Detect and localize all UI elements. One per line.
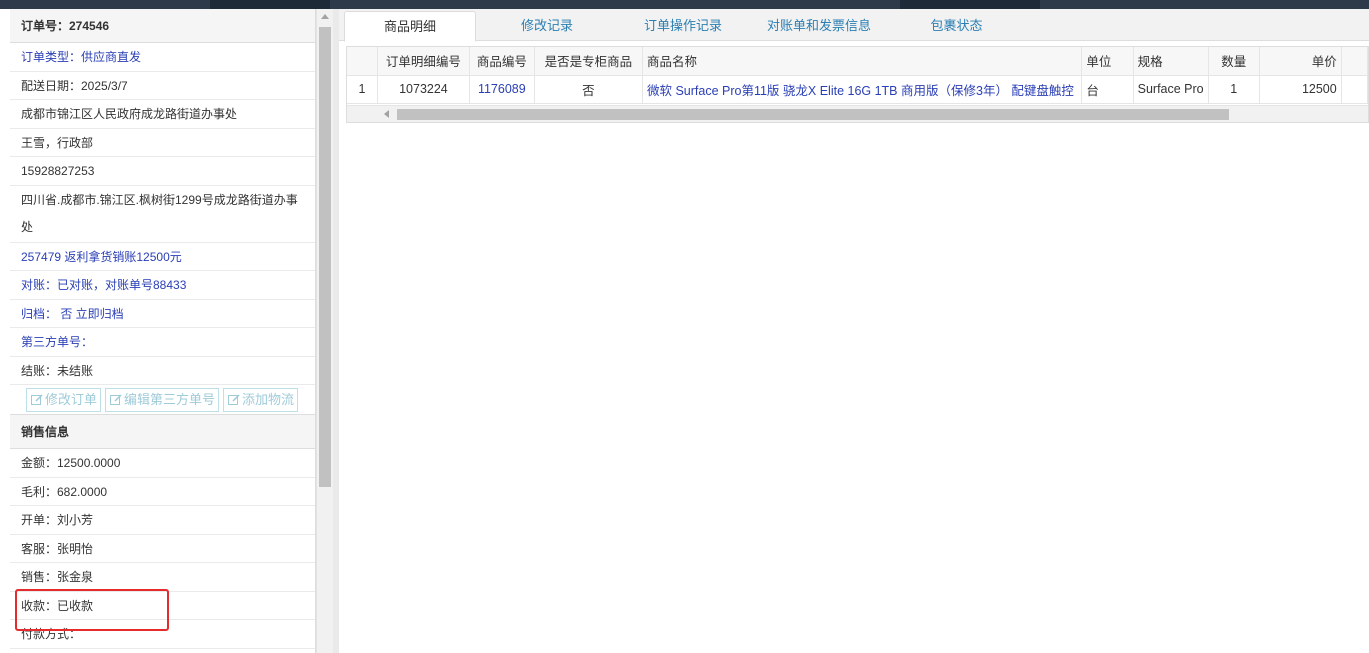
contact-person: 王雪，行政部	[10, 129, 315, 157]
full-address: 四川省.成都市.锦江区.枫树街1299号成龙路街道办事处	[10, 186, 315, 243]
sales-service: 客服：张明怡	[10, 535, 315, 563]
tab-product-details[interactable]: 商品明细	[344, 11, 476, 42]
order-type: 订单类型：供应商直发	[10, 43, 315, 72]
grid-header-filler	[1341, 47, 1368, 76]
edit-third-party-label: 编辑第三方单号	[124, 392, 216, 407]
edit-icon	[228, 394, 240, 405]
tab-statement-invoice[interactable]: 对账单和发票信息	[759, 11, 879, 42]
detail-no-cell: 1073224	[377, 75, 470, 104]
tab-order-operations[interactable]: 订单操作记录	[623, 11, 743, 42]
grid-header-unit[interactable]: 单位	[1081, 47, 1134, 76]
edit-order-label: 修改订单	[45, 392, 98, 407]
grid-header-price[interactable]: 单价	[1259, 47, 1342, 76]
payment-status-highlight	[15, 589, 169, 631]
counter-cell: 否	[534, 75, 643, 104]
spec-cell: Surface Pro	[1133, 75, 1209, 104]
row-index: 1	[347, 75, 379, 104]
top-strip-segment	[210, 0, 330, 9]
sales-issuer: 开单：刘小芳	[10, 506, 315, 535]
grid-horizontal-scrollbar[interactable]	[347, 105, 1368, 122]
sales-amount: 金额：12500.0000	[10, 449, 315, 478]
delivery-address: 成都市锦江区人民政府成龙路街道办事处	[10, 100, 315, 129]
rebate-link[interactable]: 257479 返利拿货销账12500元	[10, 243, 315, 271]
sales-info-title: 销售信息	[10, 415, 315, 449]
quantity-cell: 1	[1208, 75, 1260, 104]
product-no-link[interactable]: 1176089	[469, 75, 535, 104]
third-party-number: 第三方单号：	[10, 328, 315, 357]
grid-header-spec[interactable]: 规格	[1133, 47, 1209, 76]
grid-header-counter[interactable]: 是否是专柜商品	[534, 47, 643, 76]
scrollbar-thumb[interactable]	[319, 27, 331, 487]
table-row[interactable]: 1 1073224 1176089 否 微软 Surface Pro第11版 骁…	[347, 75, 1368, 104]
grid-header-product-name[interactable]: 商品名称	[642, 47, 1083, 76]
edit-order-button[interactable]: 修改订单	[26, 388, 102, 412]
top-strip-segment	[900, 0, 1040, 9]
sales-seller: 销售：张金泉	[10, 563, 315, 592]
grid-header-quantity[interactable]: 数量	[1208, 47, 1260, 76]
scroll-up-icon[interactable]	[321, 14, 329, 19]
sales-gross-profit: 毛利：682.0000	[10, 478, 315, 506]
left-panel-scrollbar[interactable]	[316, 9, 333, 653]
order-action-bar: 修改订单 编辑第三方单号 添加物流	[10, 385, 315, 415]
top-strip	[0, 0, 1369, 9]
edit-icon	[31, 394, 43, 405]
grid-scrollbar-thumb[interactable]	[397, 109, 1229, 120]
detail-panel: 商品明细 修改记录 订单操作记录 对账单和发票信息 包裹状态 订单明细编号 商品…	[339, 9, 1369, 653]
delivery-date: 配送日期：2025/3/7	[10, 72, 315, 100]
grid-header-product-no[interactable]: 商品编号	[469, 47, 535, 76]
order-info-panel: 订单号：274546 订单类型：供应商直发 配送日期：2025/3/7 成都市锦…	[10, 9, 316, 653]
filler-cell	[1341, 75, 1368, 104]
add-logistics-label: 添加物流	[242, 392, 295, 407]
product-grid: 订单明细编号 商品编号 是否是专柜商品 商品名称 单位 规格 数量 单价 1 1…	[346, 46, 1369, 123]
reconcile-status[interactable]: 对账：已对账，对账单号88433	[10, 271, 315, 300]
settle-status: 结账：未结账	[10, 357, 315, 385]
price-cell: 12500	[1259, 75, 1342, 104]
tab-package-status[interactable]: 包裹状态	[909, 11, 1004, 42]
scroll-left-icon[interactable]	[384, 110, 389, 118]
contact-phone: 15928827253	[10, 157, 315, 186]
grid-header-row: 订单明细编号 商品编号 是否是专柜商品 商品名称 单位 规格 数量 单价	[347, 47, 1368, 76]
unit-cell: 台	[1081, 75, 1134, 104]
add-logistics-button[interactable]: 添加物流	[223, 388, 299, 412]
archive-status[interactable]: 归档： 否 立即归档	[10, 300, 315, 328]
order-number: 订单号：274546	[10, 9, 315, 43]
product-name-link[interactable]: 微软 Surface Pro第11版 骁龙X Elite 16G 1TB 商用版…	[642, 75, 1083, 104]
tab-bar: 商品明细 修改记录 订单操作记录 对账单和发票信息 包裹状态	[339, 9, 1369, 42]
edit-icon	[110, 394, 122, 405]
grid-header-detail-no[interactable]: 订单明细编号	[377, 47, 470, 76]
tab-modify-records[interactable]: 修改记录	[487, 11, 607, 42]
edit-third-party-button[interactable]: 编辑第三方单号	[105, 388, 220, 412]
grid-header-index	[347, 47, 379, 76]
